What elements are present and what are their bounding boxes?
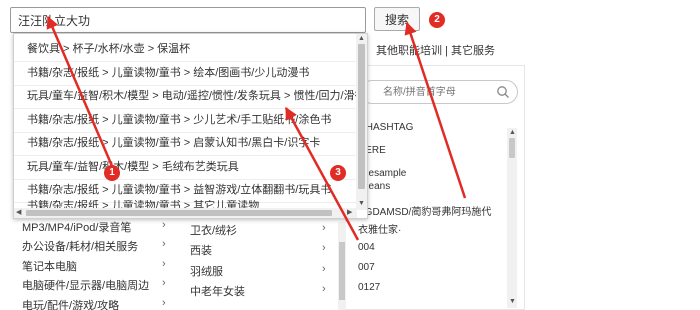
category-item[interactable]: 办公设备/耗材/相关服务 ›: [22, 238, 172, 254]
search-suggestion-dropdown: 餐饮具 > 杯子/水杯/水壶 > 保温杯 书籍/杂志/报纸 > 儿童读物/童书 …: [13, 33, 368, 219]
scroll-left-arrow-icon[interactable]: ◀: [16, 209, 21, 217]
chevron-right-icon: ›: [162, 258, 166, 270]
scrollbar-thumb[interactable]: [358, 44, 365, 189]
category-item-label: 办公设备/耗材/相关服务: [22, 241, 139, 253]
brand-item[interactable]: 衣雅仕家·: [358, 221, 401, 236]
category-item[interactable]: 羽绒服 ›: [190, 263, 340, 279]
scrollbar-thumb[interactable]: [509, 138, 515, 158]
chevron-right-icon: ›: [162, 297, 166, 309]
brand-item[interactable]: YGDAMSD/蔺豹哥弗阿玛施代: [358, 203, 491, 218]
dropdown-horizontal-scrollbar[interactable]: ◀ ▶: [14, 208, 357, 218]
chevron-right-icon: ›: [322, 283, 326, 295]
scroll-up-arrow-icon[interactable]: ▲: [509, 129, 516, 137]
category-item-label: 卫衣/绒衫: [190, 225, 238, 237]
category-item[interactable]: 中老年女装 ›: [190, 283, 340, 299]
scroll-right-arrow-icon[interactable]: ▶: [347, 209, 352, 217]
search-icon[interactable]: [496, 85, 510, 99]
suggestion-item[interactable]: 书籍/杂志/报纸 > 儿童读物/童书 > 益智游戏/立体翻翻书/玩具书: [14, 178, 356, 202]
brand-list-scrollbar[interactable]: ▲ ▼: [507, 128, 517, 308]
category-item[interactable]: 笔记本电脑 ›: [22, 258, 172, 274]
chevron-right-icon: ›: [162, 238, 166, 250]
suggestion-item[interactable]: 玩具/童车/益智/积木/模型 > 电动/遥控/惯性/发条玩具 > 惯性/回力/滑…: [14, 84, 356, 108]
search-input[interactable]: [10, 7, 366, 33]
category-item-label: 中老年女装: [190, 286, 245, 298]
category-item[interactable]: MP3/MP4/iPod/录音笔 ›: [22, 219, 172, 235]
top-nav-links[interactable]: 其他职能培训 | 其它服务: [376, 42, 495, 58]
brand-item[interactable]: 0127: [358, 282, 380, 293]
chevron-right-icon: ›: [322, 222, 326, 234]
brand-filter-input[interactable]: [360, 80, 518, 104]
category-item[interactable]: 西装 ›: [190, 242, 340, 258]
annotation-badge: 3: [330, 165, 346, 181]
category-item[interactable]: 卫衣/绒衫 ›: [190, 222, 340, 238]
scroll-down-arrow-icon[interactable]: ▼: [509, 298, 516, 306]
chevron-right-icon: ›: [162, 277, 166, 289]
suggestion-item[interactable]: 书籍/杂志/报纸 > 儿童读物/童书 > 启蒙认知书/黑白卡/识字卡: [14, 131, 356, 155]
suggestion-item[interactable]: 书籍/杂志/报纸 > 儿童读物/童书 > 绘本/图画书/少儿动漫书: [14, 61, 356, 85]
category-item[interactable]: 电脑硬件/显示器/电脑周边 ›: [22, 277, 172, 293]
search-button[interactable]: 搜索: [374, 7, 420, 31]
chevron-right-icon: ›: [322, 242, 326, 254]
category-item-label: 西装: [190, 245, 212, 257]
suggestion-item[interactable]: 玩具/童车/益智/积木/模型 > 毛绒布艺类玩具: [14, 155, 356, 179]
category-scrollbar[interactable]: [338, 222, 346, 310]
brand-item[interactable]: 004: [358, 242, 375, 253]
suggestion-item[interactable]: 书籍/杂志/报纸 > 儿童读物/童书 > 少儿艺术/手工贴纸书/涂色书: [14, 108, 356, 132]
scroll-down-arrow-icon[interactable]: ▼: [358, 200, 365, 208]
category-item-label: 电玩/配件/游戏/攻略: [22, 300, 120, 310]
suggestion-item[interactable]: 餐饮具 > 杯子/水杯/水壶 > 保温杯: [14, 37, 356, 61]
category-item[interactable]: 电玩/配件/游戏/攻略 ›: [22, 297, 172, 310]
scrollbar-thumb[interactable]: [339, 242, 345, 300]
brand-filter-panel: OHASHTAG HERE mlesample g jeans YGDAMSD/…: [345, 65, 525, 310]
annotation-badge: 2: [429, 12, 445, 28]
category-item-label: 羽绒服: [190, 266, 223, 278]
scroll-up-arrow-icon[interactable]: ▲: [358, 35, 365, 43]
category-item-label: MP3/MP4/iPod/录音笔: [22, 222, 132, 234]
category-item-label: 电脑硬件/显示器/电脑周边: [22, 280, 150, 292]
brand-item[interactable]: 007: [358, 262, 375, 273]
dropdown-vertical-scrollbar[interactable]: ▲ ▼: [356, 34, 367, 210]
scrollbar-thumb[interactable]: [26, 210, 332, 216]
category-item-label: 笔记本电脑: [22, 261, 77, 273]
chevron-right-icon: ›: [322, 263, 326, 275]
chevron-right-icon: ›: [162, 219, 166, 231]
annotation-badge: 1: [104, 165, 120, 181]
